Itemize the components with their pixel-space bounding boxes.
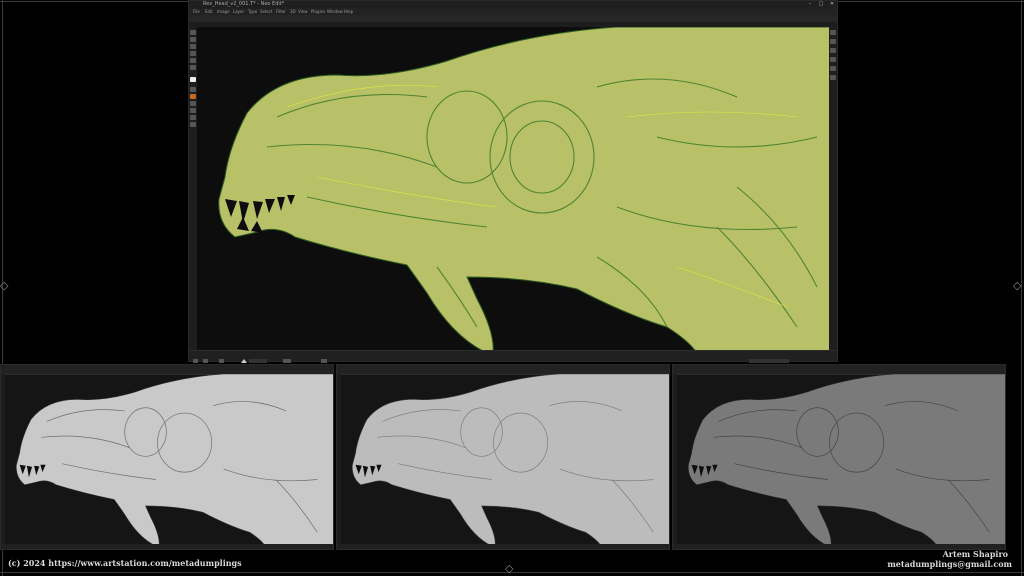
menu-window[interactable]: Window — [327, 8, 343, 15]
paths-panel-icon[interactable] — [830, 75, 836, 80]
text-tool-icon[interactable] — [190, 108, 196, 113]
preview-window-2 — [336, 364, 670, 550]
properties-panel-icon[interactable] — [830, 48, 836, 53]
dodge-tool-icon[interactable] — [190, 94, 196, 99]
maximize-button[interactable]: □ — [816, 1, 826, 8]
window-title: Rex_Head_v2_001.T* - Neo Edit* — [203, 1, 285, 7]
copyright-text: (c) 2024 https://www.artstation.com/meta… — [8, 558, 242, 568]
menu-file[interactable]: File — [193, 8, 200, 15]
menu-help[interactable]: Help — [344, 8, 353, 15]
eraser-tool-icon[interactable] — [190, 65, 196, 70]
preview-window-3 — [672, 364, 1006, 550]
right-ornament-icon: ◇ — [1013, 279, 1022, 292]
right-panel-strip — [828, 27, 837, 351]
preview-2-artwork — [352, 374, 669, 546]
menu-layer[interactable]: Layer — [233, 8, 244, 15]
zoom-tool-icon[interactable] — [190, 122, 196, 127]
layers-panel-icon[interactable] — [830, 30, 836, 35]
menu-type[interactable]: Type — [248, 8, 257, 15]
close-button[interactable]: ✕ — [827, 1, 837, 8]
bottom-ornament-icon: ◇ — [505, 562, 514, 575]
menu-image[interactable]: Image — [217, 8, 230, 15]
main-editor-window: Rex_Head_v2_001.T* - Neo Edit* – □ ✕ Fil… — [188, 0, 838, 363]
menu-edit[interactable]: Edit — [205, 8, 213, 15]
menu-plugins[interactable]: Plugins — [311, 8, 325, 15]
preview-1-status-bar — [1, 544, 333, 549]
artist-name: Artem Shapiro — [942, 549, 1008, 559]
menu-3d[interactable]: 3D — [290, 8, 296, 15]
lasso-tool-icon[interactable] — [190, 44, 196, 49]
channels-panel-icon[interactable] — [830, 66, 836, 71]
history-panel-icon[interactable] — [830, 39, 836, 44]
preview-2-status-bar — [337, 544, 669, 549]
minimize-button[interactable]: – — [805, 1, 815, 8]
dinosaur-relief-artwork — [218, 27, 829, 351]
brush-tool-icon[interactable] — [190, 58, 196, 63]
left-ornament-icon: ◇ — [0, 279, 9, 292]
crop-tool-icon[interactable] — [190, 51, 196, 56]
status-bar — [189, 350, 837, 363]
preview-1-artwork — [16, 374, 333, 546]
preview-window-1 — [0, 364, 334, 550]
pen-tool-icon[interactable] — [190, 101, 196, 106]
artist-email: metadumplings@gmail.com — [887, 559, 1012, 569]
marquee-tool-icon[interactable] — [190, 37, 196, 42]
menu-view[interactable]: View — [298, 8, 308, 15]
move-tool-icon[interactable] — [190, 30, 196, 35]
preview-3-artwork — [688, 374, 1005, 546]
adjustments-panel-icon[interactable] — [830, 57, 836, 62]
menu-filter[interactable]: Filter — [276, 8, 286, 15]
main-canvas[interactable] — [197, 27, 829, 351]
hand-tool-icon[interactable] — [190, 115, 196, 120]
gradient-tool-icon[interactable] — [190, 87, 196, 92]
menu-select[interactable]: Select — [260, 8, 272, 15]
foreground-color-swatch[interactable] — [190, 77, 196, 82]
